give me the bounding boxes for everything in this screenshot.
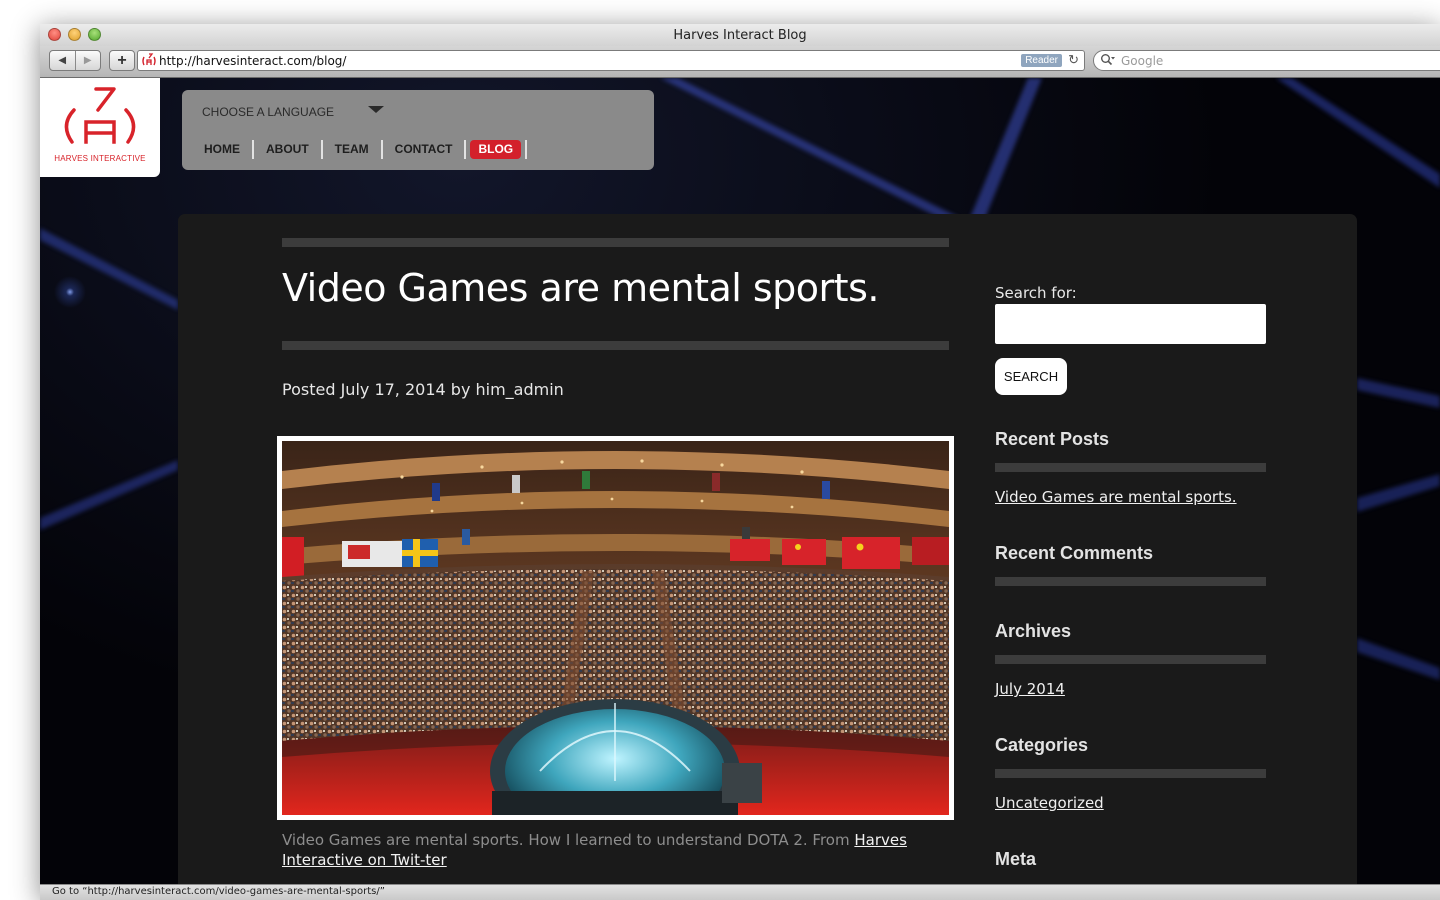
recent-comments-divider	[995, 577, 1266, 586]
archive-link-july-2014[interactable]: July 2014	[995, 680, 1065, 698]
address-bar[interactable]: http://harvesinteract.com/blog/ Reader ↻	[137, 50, 1085, 71]
recent-comments-title: Recent Comments	[995, 543, 1154, 563]
recent-posts-divider	[995, 463, 1266, 472]
site-logo[interactable]: HARVES INTERACTIVE	[40, 78, 160, 177]
site-favicon-icon	[141, 53, 157, 73]
menu-item-blog[interactable]: BLOG	[470, 140, 522, 159]
main-menu: HOME ABOUT TEAM CONTACT BLOG	[196, 140, 531, 159]
post-image-caption: Video Games are mental sports. How I lea…	[282, 830, 954, 870]
post-meta-by: by	[450, 380, 471, 399]
status-bar-text: Go to “http://harvesinteract.com/video-g…	[52, 886, 385, 897]
post-meta-prefix: Posted	[282, 380, 336, 399]
navigation-panel: CHOOSE A LANGUAGE HOME ABOUT TEAM CONTAC…	[182, 90, 654, 170]
recent-posts-title: Recent Posts	[995, 429, 1110, 449]
harves-logo-icon	[64, 87, 136, 144]
title-bar: Harves Interact Blog	[40, 24, 1440, 46]
post-title[interactable]: Video Games are mental sports.	[282, 266, 879, 310]
archives-divider	[995, 655, 1266, 664]
add-bookmark-button[interactable]: +	[109, 50, 135, 71]
content-panel: Video Games are mental sports. Posted Ju…	[178, 214, 1357, 884]
logo-text: HARVES INTERACTIVE	[54, 154, 146, 163]
arena-crowd-image	[282, 441, 949, 815]
menu-item-contact[interactable]: CONTACT	[387, 140, 461, 159]
search-icon	[1100, 53, 1115, 69]
browser-search-field[interactable]: Google	[1093, 50, 1440, 71]
menu-divider	[464, 140, 467, 159]
post-image-frame	[277, 436, 954, 820]
post-date-link[interactable]: July 17, 2014	[341, 380, 446, 399]
post-meta: Posted July 17, 2014 by him_admin	[282, 380, 564, 399]
plus-icon: +	[117, 51, 127, 69]
forward-button[interactable]: ▶	[74, 51, 101, 70]
forward-arrow-icon: ▶	[83, 55, 92, 66]
archives-title: Archives	[995, 621, 1072, 641]
url-text: http://harvesinteract.com/blog/	[159, 54, 347, 68]
browser-toolbar: ◀ ▶ + http://harvesinteract.com/blog/ Re…	[40, 46, 1440, 78]
chevron-down-icon[interactable]	[368, 106, 384, 113]
browser-window: Harves Interact Blog ◀ ▶ + http://harves…	[40, 24, 1440, 900]
status-bar: Go to “http://harvesinteract.com/video-g…	[40, 884, 1440, 900]
post-author-link[interactable]: him_admin	[476, 380, 564, 399]
menu-divider	[252, 140, 254, 159]
window-title: Harves Interact Blog	[673, 28, 807, 43]
back-arrow-icon: ◀	[58, 55, 67, 66]
category-link-uncategorized[interactable]: Uncategorized	[995, 794, 1104, 812]
recent-post-link[interactable]: Video Games are mental sports.	[995, 488, 1237, 506]
history-buttons: ◀ ▶	[49, 50, 101, 71]
categories-divider	[995, 769, 1266, 778]
browser-search-placeholder: Google	[1121, 54, 1164, 68]
post-image[interactable]	[282, 441, 949, 815]
menu-item-home[interactable]: HOME	[196, 140, 248, 159]
search-button[interactable]: SEARCH	[995, 358, 1067, 395]
page-viewport[interactable]: HARVES INTERACTIVE CHOOSE A LANGUAGE HOM…	[40, 78, 1440, 884]
menu-divider	[320, 140, 323, 159]
reader-button[interactable]: Reader	[1021, 54, 1062, 67]
menu-item-team[interactable]: TEAM	[327, 140, 377, 159]
reload-icon[interactable]: ↻	[1068, 52, 1079, 68]
menu-item-about[interactable]: ABOUT	[258, 140, 317, 159]
menu-divider	[380, 140, 383, 159]
back-button[interactable]: ◀	[50, 51, 75, 70]
menu-divider	[525, 140, 528, 159]
categories-title: Categories	[995, 735, 1089, 755]
language-selector[interactable]: CHOOSE A LANGUAGE	[202, 105, 334, 119]
search-input[interactable]	[995, 304, 1266, 344]
post-title-divider	[282, 341, 949, 350]
search-label: Search for:	[995, 284, 1077, 302]
meta-title: Meta	[995, 849, 1037, 869]
post-top-divider	[282, 238, 949, 247]
caption-text: Video Games are mental sports. How I lea…	[282, 831, 855, 849]
